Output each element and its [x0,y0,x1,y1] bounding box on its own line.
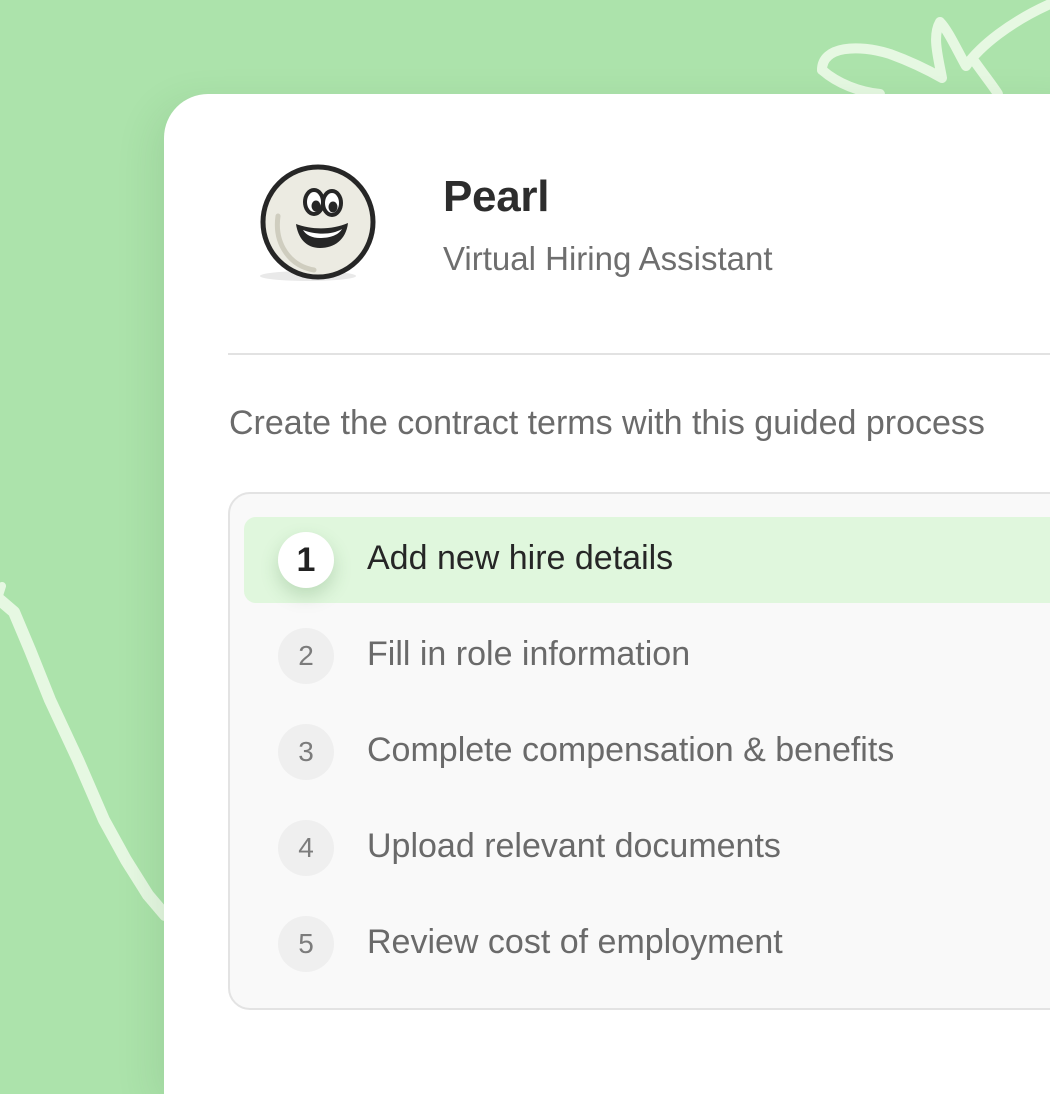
pearl-avatar-icon [260,164,376,281]
assistant-role: Virtual Hiring Assistant [443,240,773,277]
intro-text: Create the contract terms with this guid… [229,404,985,442]
assistant-card: Pearl Virtual Hiring Assistant Create th… [164,94,1050,1094]
step-label: Review cost of employment [367,923,783,961]
step-number: 5 [278,916,334,972]
step-label: Fill in role information [367,635,691,673]
step-upload-relevant-documents[interactable]: 4 Upload relevant documents [244,805,1050,891]
steps-panel: 1 Add new hire details 2 Fill in role in… [228,492,1050,1010]
step-fill-in-role-information[interactable]: 2 Fill in role information [244,613,1050,699]
step-label: Complete compensation & benefits [367,731,895,769]
step-number: 4 [278,820,334,876]
step-label: Upload relevant documents [367,827,781,865]
step-number: 3 [278,724,334,780]
step-number: 1 [278,532,334,588]
header-divider [228,353,1050,355]
assistant-name: Pearl [443,172,550,221]
step-number: 2 [278,628,334,684]
step-label: Add new hire details [367,539,674,577]
step-review-cost-of-employment[interactable]: 5 Review cost of employment [244,901,1050,987]
step-add-new-hire-details[interactable]: 1 Add new hire details [244,517,1050,603]
step-complete-compensation-benefits[interactable]: 3 Complete compensation & benefits [244,709,1050,795]
